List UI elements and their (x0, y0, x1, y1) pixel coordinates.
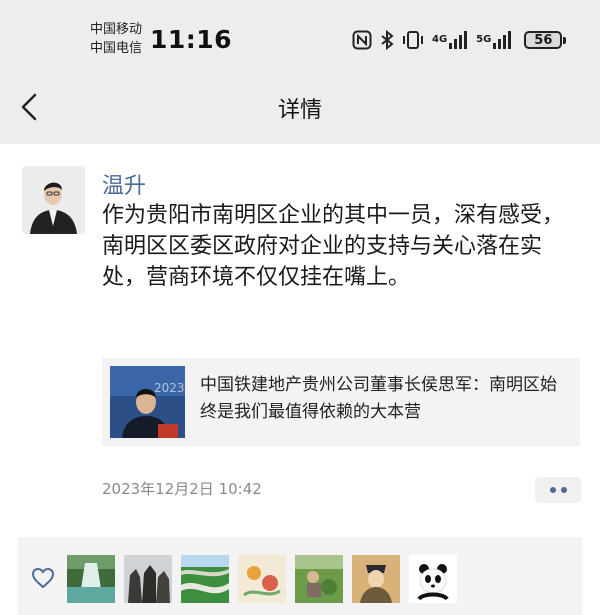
carrier-2: 中国电信 (90, 41, 143, 56)
panda-icon (409, 555, 457, 603)
link-card[interactable]: 2023 中国铁建地产贵州公司董事长侯思军：南明区始终是我们最值得依赖的大本营 (102, 358, 580, 446)
liker-avatar-illustration[interactable] (238, 555, 286, 603)
nfc-icon (352, 30, 372, 50)
more-dots-icon (549, 487, 556, 493)
author-name[interactable]: 温升 (102, 168, 146, 200)
carrier-1: 中国移动 (90, 22, 143, 37)
news-photo-icon: 2023 (110, 366, 185, 438)
statues-photo-icon (124, 555, 172, 603)
top-bar: 中国移动 中国电信 11:16 4G 5G 56 详情 (0, 0, 600, 144)
liker-avatar-waterfall[interactable] (67, 555, 115, 603)
post-timestamp: 2023年12月2日 10:42 (102, 480, 262, 498)
thumb-watermark: 2023 (154, 381, 185, 395)
signal-4g-icon: 4G (432, 30, 468, 50)
more-button[interactable] (535, 477, 581, 503)
likes-panel (18, 537, 582, 615)
road-landscape-photo-icon (181, 555, 229, 603)
vibrate-icon (402, 30, 424, 50)
tea-picking-photo-icon (295, 555, 343, 603)
liker-avatar-terraced-road[interactable] (181, 555, 229, 603)
author-avatar[interactable] (22, 166, 85, 234)
battery-icon: 56 (524, 31, 567, 49)
liker-avatar-panda[interactable] (409, 555, 457, 603)
waterfall-photo-icon (67, 555, 115, 603)
liker-avatar-painted-figure[interactable] (352, 555, 400, 603)
painted-figure-photo-icon (352, 555, 400, 603)
network-2-label: 5G (476, 34, 492, 45)
liker-avatar-tea-picking[interactable] (295, 555, 343, 603)
illustration-photo-icon (238, 555, 286, 603)
battery-level: 56 (524, 31, 563, 49)
status-icons: 4G 5G 56 (352, 28, 567, 52)
signal-5g-icon: 5G (476, 30, 512, 50)
liker-avatar-statues[interactable] (124, 555, 172, 603)
page-title: 详情 (277, 98, 322, 123)
status-time: 11:16 (150, 25, 233, 54)
person-photo-icon (22, 166, 85, 234)
carrier-labels: 中国移动 中国电信 (90, 20, 142, 58)
more-dots-icon (560, 487, 567, 493)
battery-cap (563, 36, 567, 44)
link-thumbnail: 2023 (110, 366, 185, 438)
link-title: 中国铁建地产贵州公司董事长侯思军：南明区始终是我们最值得依赖的大本营 (200, 375, 557, 422)
post-text: 作为贵阳市南明区企业的其中一员，深有感受，南明区区委区政府对企业的支持与关心落在… (102, 203, 565, 290)
network-1-label: 4G (432, 34, 448, 45)
bluetooth-icon (380, 30, 394, 50)
heart-outline-icon[interactable] (31, 567, 55, 589)
